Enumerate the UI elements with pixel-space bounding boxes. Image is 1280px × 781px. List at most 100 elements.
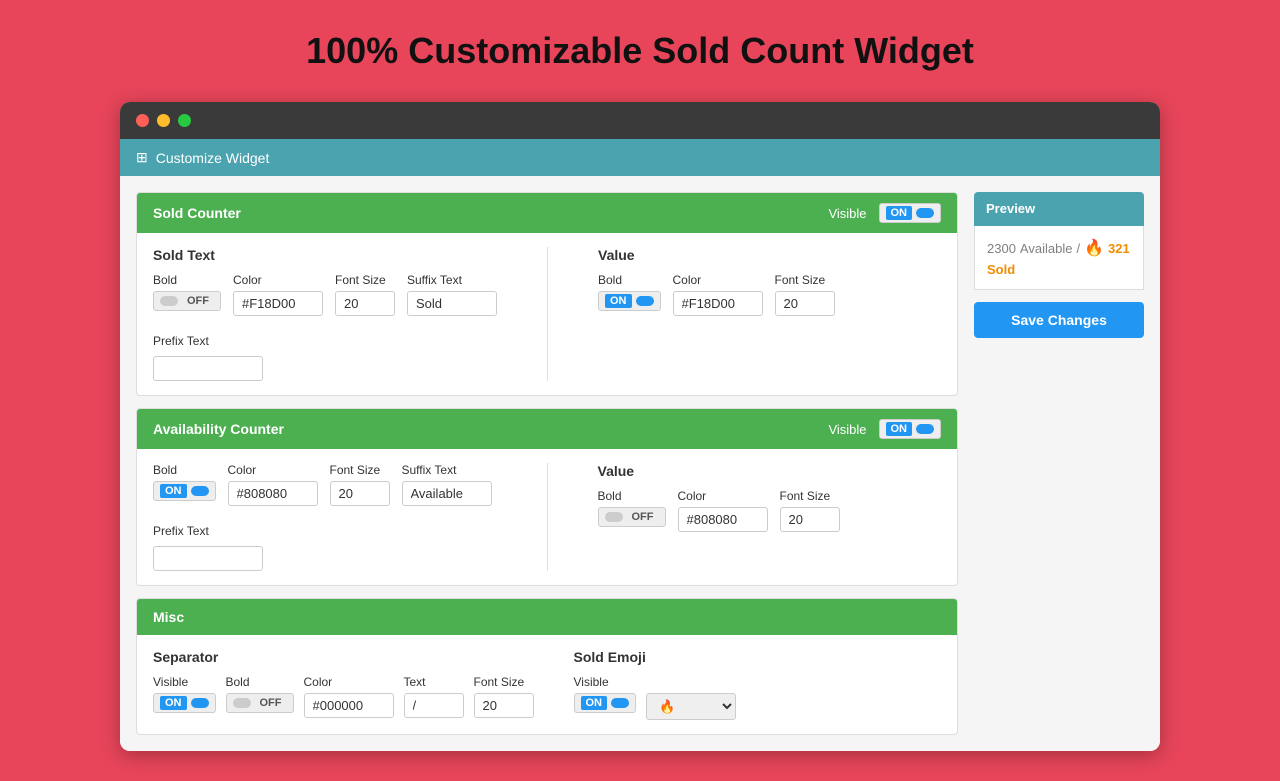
sold-text-color-label: Color — [233, 273, 323, 287]
avail-text-bold-toggle[interactable]: ON — [153, 481, 216, 501]
emoji-select[interactable]: 🔥 ⚡ 💥 🏷️ ✅ — [646, 693, 736, 720]
avail-value-bold-track — [605, 512, 623, 522]
avail-two-col: Bold ON Color — [153, 463, 941, 571]
avail-visible-state: ON — [886, 422, 913, 436]
avail-text-col: Bold ON Color — [153, 463, 497, 571]
avail-value-color-input[interactable] — [678, 507, 768, 532]
browser-window: ⊞ Customize Widget Sold Counter Visible … — [120, 102, 1160, 751]
preview-label: Preview — [986, 201, 1035, 216]
sep-color-input[interactable] — [304, 693, 394, 718]
preview-available-count: 2300 — [987, 241, 1016, 256]
sold-text-fields: Bold OFF Color — [153, 273, 497, 316]
sold-visible-toggle[interactable]: ON — [879, 203, 942, 223]
misc-body: Separator Visible ON — [137, 635, 957, 734]
sold-text-bold-group: Bold OFF — [153, 273, 221, 311]
avail-value-color-label: Color — [678, 489, 768, 503]
sep-text-label: Text — [404, 675, 464, 689]
sold-text-col: Sold Text Bold OFF — [153, 247, 497, 381]
avail-text-prefix-group: Prefix Text — [153, 516, 497, 571]
avail-text-bold-track — [191, 486, 209, 496]
sep-bold-track — [233, 698, 251, 708]
avail-text-fields: Bold ON Color — [153, 463, 497, 506]
avail-visible-toggle[interactable]: ON — [879, 419, 942, 439]
sep-bold-toggle[interactable]: OFF — [226, 693, 294, 713]
avail-text-bold-state: ON — [160, 484, 187, 498]
sold-text-bold-toggle[interactable]: OFF — [153, 291, 221, 311]
save-changes-button[interactable]: Save Changes — [974, 302, 1144, 338]
preview-box: Preview — [974, 192, 1144, 226]
sold-text-title: Sold Text — [153, 247, 497, 263]
sold-text-suffix-input[interactable] — [407, 291, 497, 316]
sep-size-label: Font Size — [474, 675, 534, 689]
avail-value-bold-state: OFF — [627, 510, 659, 524]
browser-titlebar — [120, 102, 1160, 139]
sold-text-color-group: Color — [233, 273, 323, 316]
side-panel: Preview 2300 Available / 🔥321 Sold Save … — [974, 192, 1144, 735]
sold-divider — [547, 247, 548, 381]
sold-text-prefix-input[interactable] — [153, 356, 263, 381]
avail-text-size-label: Font Size — [330, 463, 390, 477]
browser-content: Sold Counter Visible ON Sold Text — [120, 176, 1160, 751]
emoji-visible-group: Visible ON — [574, 675, 637, 713]
avail-value-col: Value Bold OFF Colo — [598, 463, 942, 571]
avail-text-bold-group: Bold ON — [153, 463, 216, 501]
avail-value-size-group: Font Size — [780, 489, 840, 532]
preview-fire-emoji: 🔥 — [1084, 238, 1104, 258]
separator-section: Separator Visible ON — [153, 649, 534, 720]
sold-counter-body: Sold Text Bold OFF — [137, 233, 957, 395]
sold-text-color-input[interactable] — [233, 291, 323, 316]
maximize-dot[interactable] — [178, 114, 191, 127]
sold-value-bold-track — [636, 296, 654, 306]
avail-value-fields: Bold OFF Color — [598, 489, 942, 532]
avail-text-suffix-label: Suffix Text — [402, 463, 492, 477]
sold-value-bold-label: Bold — [598, 273, 661, 287]
separator-title: Separator — [153, 649, 534, 665]
sold-counter-title: Sold Counter — [153, 205, 241, 221]
emoji-select-label — [646, 675, 736, 689]
sold-text-suffix-label: Suffix Text — [407, 273, 497, 287]
sep-visible-toggle[interactable]: ON — [153, 693, 216, 713]
sold-value-bold-state: ON — [605, 294, 632, 308]
avail-text-size-input[interactable] — [330, 481, 390, 506]
sold-value-bold-group: Bold ON — [598, 273, 661, 311]
avail-value-bold-group: Bold OFF — [598, 489, 666, 527]
minimize-dot[interactable] — [157, 114, 170, 127]
sep-bold-label: Bold — [226, 675, 294, 689]
sep-size-input[interactable] — [474, 693, 534, 718]
avail-text-color-label: Color — [228, 463, 318, 477]
sold-value-bold-toggle[interactable]: ON — [598, 291, 661, 311]
sold-value-fields: Bold ON Color — [598, 273, 941, 316]
sold-value-size-group: Font Size — [775, 273, 835, 316]
avail-value-bold-toggle[interactable]: OFF — [598, 507, 666, 527]
avail-value-size-input[interactable] — [780, 507, 840, 532]
widget-icon: ⊞ — [136, 149, 148, 166]
sep-bold-state: OFF — [255, 696, 287, 710]
sold-text-size-input[interactable] — [335, 291, 395, 316]
emoji-visible-track — [611, 698, 629, 708]
misc-fields: Separator Visible ON — [153, 649, 941, 720]
close-dot[interactable] — [136, 114, 149, 127]
sold-text-bold-state: OFF — [182, 294, 214, 308]
misc-section: Misc Separator Visible ON — [136, 598, 958, 735]
availability-header: Availability Counter Visible ON — [137, 409, 957, 449]
avail-text-prefix-label: Prefix Text — [153, 524, 497, 538]
sold-value-size-input[interactable] — [775, 291, 835, 316]
avail-text-prefix-input[interactable] — [153, 546, 263, 571]
sep-text-input[interactable] — [404, 693, 464, 718]
sold-value-color-input[interactable] — [673, 291, 763, 316]
sep-visible-state: ON — [160, 696, 187, 710]
sep-size-group: Font Size — [474, 675, 534, 718]
avail-value-color-group: Color — [678, 489, 768, 532]
sold-value-col: Value Bold ON Color — [598, 247, 941, 381]
sold-emoji-section: Sold Emoji Visible ON — [574, 649, 942, 720]
emoji-visible-toggle[interactable]: ON — [574, 693, 637, 713]
sold-value-color-group: Color — [673, 273, 763, 316]
sold-value-color-label: Color — [673, 273, 763, 287]
avail-text-suffix-input[interactable] — [402, 481, 492, 506]
avail-text-color-input[interactable] — [228, 481, 318, 506]
sold-text-suffix-group: Suffix Text — [407, 273, 497, 316]
sold-value-title: Value — [598, 247, 941, 263]
sold-counter-section: Sold Counter Visible ON Sold Text — [136, 192, 958, 396]
avail-visible-label: Visible — [828, 422, 866, 437]
avail-text-suffix-group: Suffix Text — [402, 463, 492, 506]
